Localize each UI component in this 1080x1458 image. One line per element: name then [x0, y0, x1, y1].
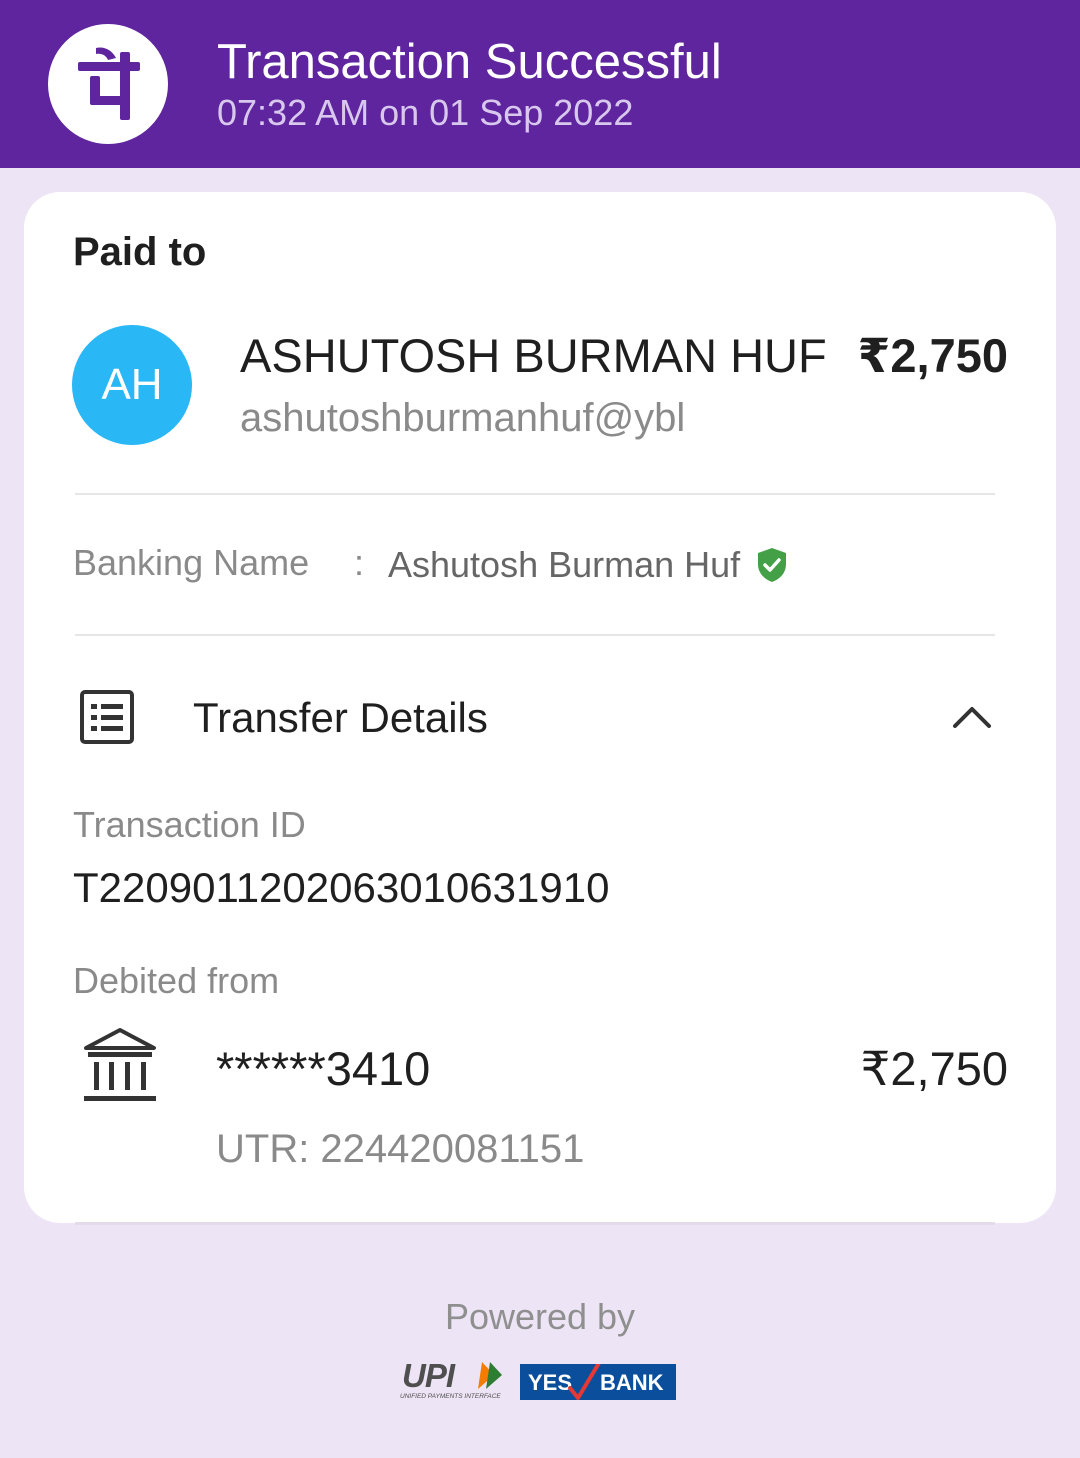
- banking-name-label: Banking Name: [73, 542, 310, 583]
- transaction-id-value: T2209011202063010631910: [73, 864, 610, 911]
- banking-name-separator: :: [354, 542, 365, 583]
- chevron-up-icon[interactable]: [950, 700, 994, 732]
- payee-upi-id: ashutoshburmanhuf@ybl: [240, 396, 686, 440]
- upi-logo: UPI UNIFIED PAYMENTS INTERFACE: [398, 1356, 510, 1402]
- card-bottom-divider: [75, 1222, 995, 1225]
- divider: [75, 634, 995, 636]
- phonepe-logo-icon: [48, 24, 168, 144]
- payee-name: ASHUTOSH BURMAN HUF: [240, 329, 827, 382]
- banking-name-value: Ashutosh Burman Huf: [388, 544, 741, 585]
- utr-number: UTR: 224420081151: [216, 1127, 585, 1171]
- yes-bank-logo-left: YES: [528, 1370, 572, 1395]
- payee-avatar: AH: [72, 325, 192, 445]
- yes-bank-logo-right: BANK: [600, 1370, 664, 1395]
- upi-tagline: UNIFIED PAYMENTS INTERFACE: [400, 1393, 501, 1400]
- verified-shield-icon: [756, 547, 788, 583]
- powered-by-label: Powered by: [444, 1296, 636, 1337]
- paid-amount: ₹2,750: [857, 329, 1008, 382]
- app-header: Transaction Successful 07:32 AM on 01 Se…: [0, 0, 1080, 168]
- transaction-timestamp: 07:32 AM on 01 Sep 2022: [217, 92, 634, 133]
- transaction-status-title: Transaction Successful: [217, 35, 722, 89]
- transfer-details-title[interactable]: Transfer Details: [193, 694, 488, 742]
- debit-account-number: ******3410: [216, 1042, 431, 1095]
- bank-building-icon: [82, 1026, 158, 1104]
- transaction-card: Paid to AH ASHUTOSH BURMAN HUF ₹2,750 as…: [24, 192, 1056, 1223]
- list-document-icon: [79, 689, 135, 745]
- paid-to-label: Paid to: [73, 230, 207, 274]
- yes-bank-logo: YES BANK: [520, 1356, 676, 1400]
- transaction-id-label: Transaction ID: [73, 804, 306, 845]
- debited-from-label: Debited from: [73, 960, 280, 1001]
- upi-logo-text: UPI: [402, 1357, 456, 1394]
- divider: [75, 493, 995, 495]
- debited-amount: ₹2,750: [860, 1042, 1008, 1095]
